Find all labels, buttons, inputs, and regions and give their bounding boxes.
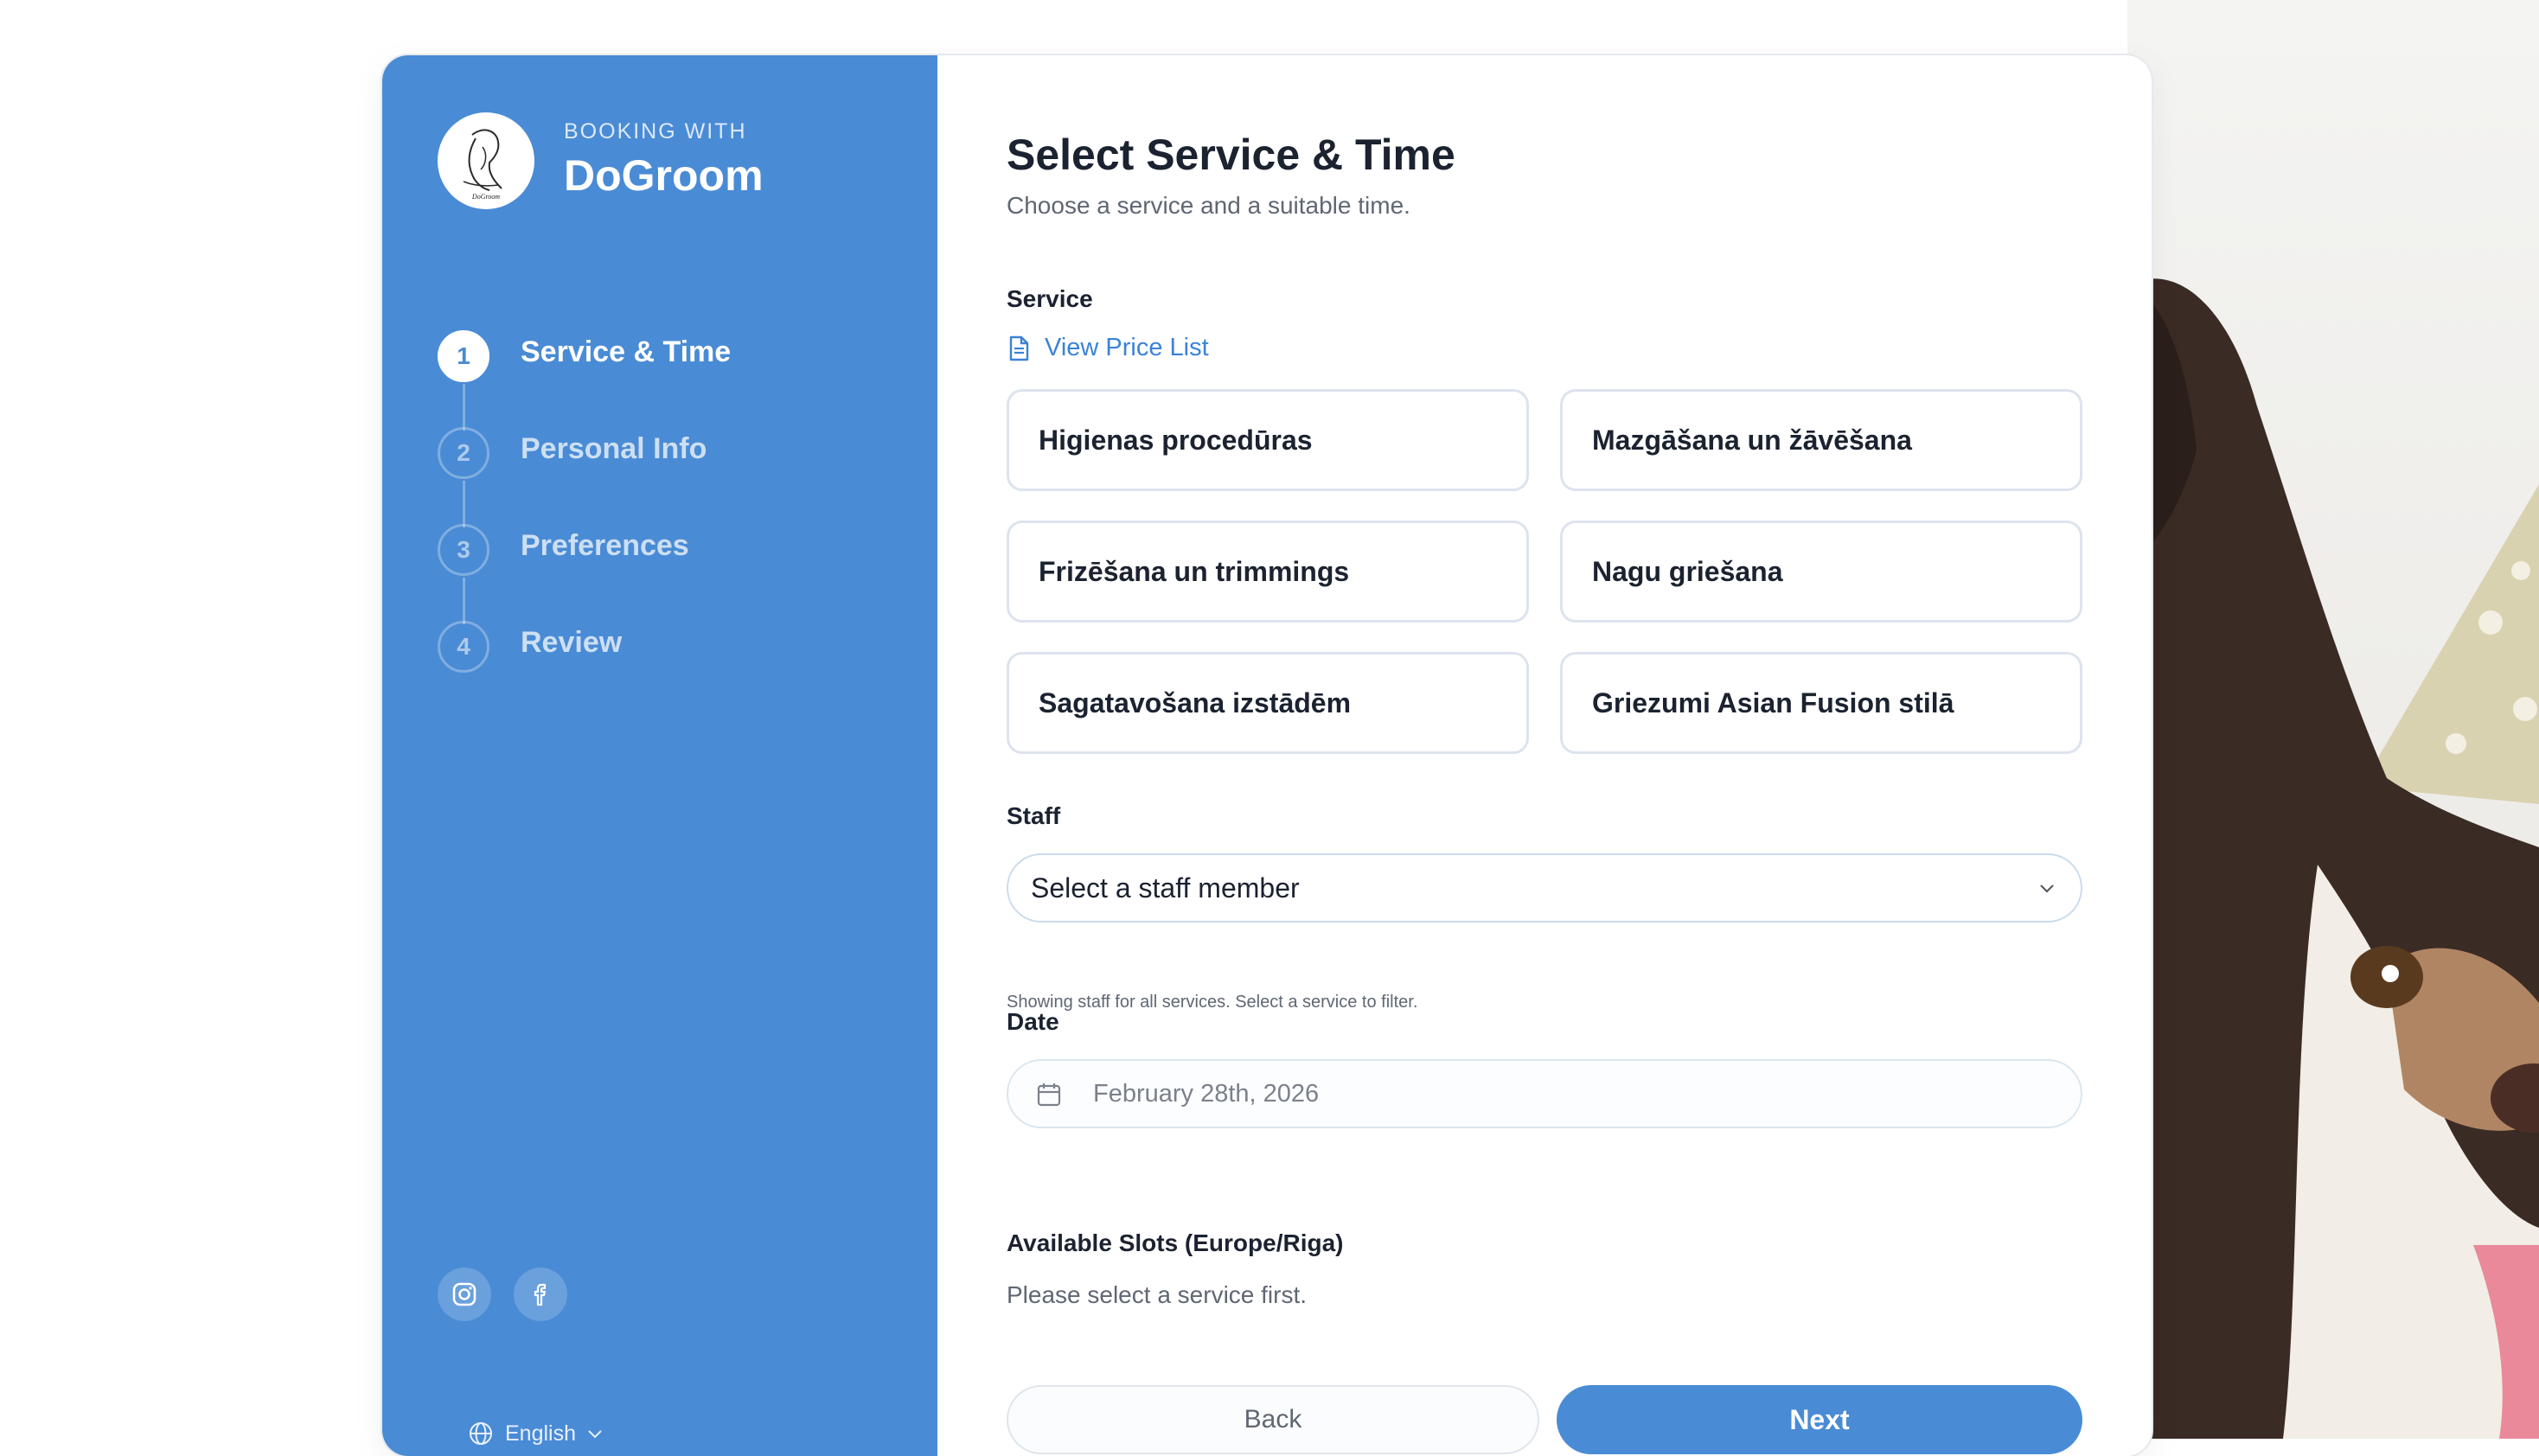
slots-label: Available Slots (Europe/Riga) xyxy=(1007,1229,1344,1256)
view-price-list-link[interactable]: View Price List xyxy=(1007,334,1209,362)
step-connector xyxy=(463,578,465,624)
service-option[interactable]: Sagatavošana izstādēm xyxy=(1007,652,1529,754)
step-label: Personal Info xyxy=(521,432,707,465)
date-value: February 28th, 2026 xyxy=(1093,1079,1320,1108)
calendar-icon xyxy=(1037,1083,1061,1107)
step-label: Review xyxy=(521,626,623,659)
staff-hint: Showing staff for all services. Select a… xyxy=(1007,993,1418,1012)
booking-card: DoGroom BOOKING WITH DoGroom 1 Service &… xyxy=(382,55,2152,1456)
date-picker[interactable]: February 28th, 2026 xyxy=(1007,1059,2082,1128)
service-option[interactable]: Nagu griešana xyxy=(1560,520,2082,623)
groomer-logo-icon: DoGroom xyxy=(463,129,502,201)
background-dog-photo xyxy=(2127,0,2539,1439)
staff-select[interactable]: Select a staff member xyxy=(1007,853,2082,923)
booking-with-label: BOOKING WITH xyxy=(564,119,747,144)
step-preferences[interactable]: 3 Preferences xyxy=(438,524,853,584)
step-number: 2 xyxy=(438,427,489,479)
svg-text:DoGroom: DoGroom xyxy=(471,193,500,201)
document-icon xyxy=(1009,335,1029,361)
facebook-button[interactable] xyxy=(514,1268,567,1321)
chevron-down-icon xyxy=(588,1430,602,1439)
step-label: Preferences xyxy=(521,529,689,562)
step-number: 3 xyxy=(438,524,489,576)
next-button[interactable]: Next xyxy=(1557,1385,2082,1454)
service-option[interactable]: Frizēšana un trimmings xyxy=(1007,520,1529,623)
slots-message: Please select a service first. xyxy=(1007,1281,1308,1308)
staff-select-value: Select a staff member xyxy=(1031,872,1300,904)
instagram-icon xyxy=(452,1282,476,1306)
step-label: Service & Time xyxy=(521,335,732,368)
brand-name: DoGroom xyxy=(564,151,764,200)
staff-label: Staff xyxy=(1007,802,1061,829)
brand-logo: DoGroom xyxy=(438,112,534,209)
step-connector xyxy=(463,384,465,431)
step-personal-info[interactable]: 2 Personal Info xyxy=(438,427,853,488)
globe-icon xyxy=(470,1422,492,1445)
main-content: Select Service & Time Choose a service a… xyxy=(1007,55,2082,1456)
back-button[interactable]: Back xyxy=(1007,1385,1539,1454)
service-label: Service xyxy=(1007,285,1093,312)
step-number: 4 xyxy=(438,621,489,673)
step-review[interactable]: 4 Review xyxy=(438,621,853,681)
language-label: English xyxy=(505,1421,576,1446)
sidebar: DoGroom BOOKING WITH DoGroom 1 Service &… xyxy=(382,55,937,1456)
service-option[interactable]: Mazgāšana un žāvēšana xyxy=(1560,389,2082,491)
step-connector xyxy=(463,481,465,527)
date-label: Date xyxy=(1007,1008,1059,1035)
page-subtitle: Choose a service and a suitable time. xyxy=(1007,192,1410,219)
instagram-button[interactable] xyxy=(438,1268,491,1321)
step-number: 1 xyxy=(438,330,489,382)
service-option[interactable]: Griezumi Asian Fusion stilā xyxy=(1560,652,2082,754)
dog-illustration xyxy=(2127,278,2539,1439)
chevron-down-icon xyxy=(2040,884,2054,893)
facebook-icon xyxy=(534,1283,547,1306)
view-price-list-label: View Price List xyxy=(1045,334,1209,361)
step-service-time[interactable]: 1 Service & Time xyxy=(438,330,853,391)
service-option[interactable]: Higienas procedūras xyxy=(1007,389,1529,491)
page-title: Select Service & Time xyxy=(1007,131,1455,179)
language-selector[interactable]: English xyxy=(467,1420,604,1447)
